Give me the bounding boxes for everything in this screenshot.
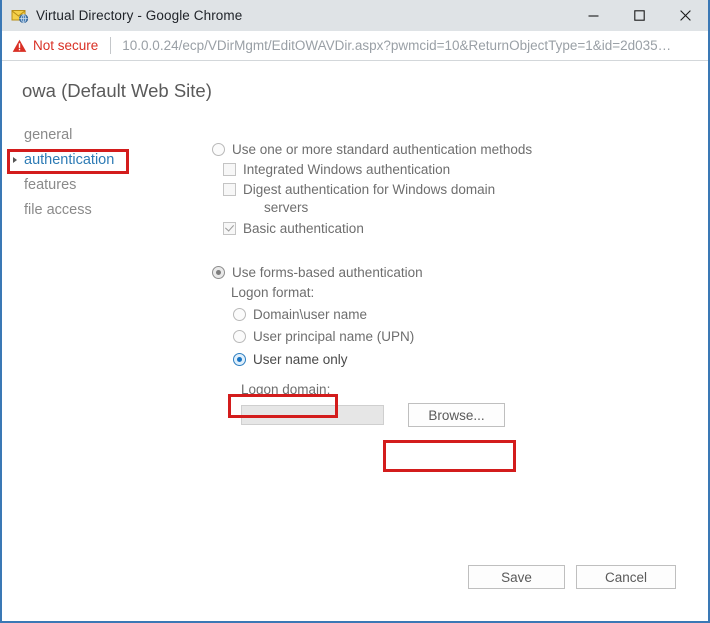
close-button[interactable] xyxy=(662,0,708,31)
sidebar-item-authentication[interactable]: authentication xyxy=(2,148,192,173)
maximize-button[interactable] xyxy=(616,0,662,31)
sidebar-item-label: file access xyxy=(24,202,92,218)
browser-toolbar: Not secure 10.0.0.24/ecp/VDirMgmt/EditOW… xyxy=(2,31,708,61)
domain-user-name-row[interactable]: Domain\user name xyxy=(233,306,542,323)
integrated-windows-auth-checkbox[interactable] xyxy=(223,163,236,176)
upn-label: User principal name (UPN) xyxy=(253,329,415,344)
logon-domain-label: Logon domain: xyxy=(241,382,331,397)
warning-triangle-icon xyxy=(12,39,27,53)
page-content: owa (Default Web Site) general authentic… xyxy=(2,61,708,621)
user-name-only-radio[interactable] xyxy=(233,353,246,366)
user-name-only-row[interactable]: User name only xyxy=(233,351,542,368)
upn-radio[interactable] xyxy=(233,330,246,343)
digest-auth-label-line2: servers xyxy=(264,200,309,215)
logon-format-label: Logon format: xyxy=(231,285,315,300)
digest-auth-label: Digest authentication for Windows domain xyxy=(243,182,496,197)
forms-auth-radio[interactable] xyxy=(212,266,225,279)
sidebar-item-label: authentication xyxy=(24,152,115,168)
browse-button[interactable]: Browse... xyxy=(408,403,505,427)
integrated-windows-auth-label: Integrated Windows authentication xyxy=(243,162,451,177)
forms-auth-label: Use forms-based authentication xyxy=(232,265,423,280)
caret-right-icon xyxy=(13,157,17,163)
security-status-label[interactable]: Not secure xyxy=(33,38,98,53)
sidebar-item-label: general xyxy=(24,127,73,143)
window-controls xyxy=(570,0,708,31)
minimize-button[interactable] xyxy=(570,0,616,31)
basic-auth-row[interactable]: Basic authentication xyxy=(223,220,542,237)
domain-user-name-label: Domain\user name xyxy=(253,307,368,322)
sidebar-item-features[interactable]: features xyxy=(2,173,192,198)
save-button[interactable]: Save xyxy=(468,565,565,589)
standard-auth-label: Use one or more standard authentication … xyxy=(232,142,533,157)
envelope-globe-icon xyxy=(11,7,29,25)
window-title: Virtual Directory - Google Chrome xyxy=(36,8,243,23)
sidebar-item-file-access[interactable]: file access xyxy=(2,198,192,223)
forms-auth-radio-row[interactable]: Use forms-based authentication xyxy=(212,264,542,281)
integrated-windows-auth-row[interactable]: Integrated Windows authentication xyxy=(223,161,542,178)
basic-auth-checkbox[interactable] xyxy=(223,222,236,235)
digest-auth-row[interactable]: Digest authentication for Windows domain xyxy=(223,181,542,198)
domain-user-name-radio[interactable] xyxy=(233,308,246,321)
title-bar: Virtual Directory - Google Chrome xyxy=(2,0,708,31)
standard-auth-radio[interactable] xyxy=(212,143,225,156)
sidebar-item-general[interactable]: general xyxy=(2,123,192,148)
basic-auth-label: Basic authentication xyxy=(243,221,364,236)
page-title: owa (Default Web Site) xyxy=(22,80,212,101)
logon-domain-row: Browse... xyxy=(241,403,542,427)
omnibox-divider xyxy=(110,37,112,54)
sidebar-item-label: features xyxy=(24,177,77,193)
digest-auth-checkbox[interactable] xyxy=(223,183,236,196)
url-text[interactable]: 10.0.0.24/ecp/VDirMgmt/EditOWAVDir.aspx?… xyxy=(122,38,671,53)
upn-row[interactable]: User principal name (UPN) xyxy=(233,328,542,345)
browser-window: Virtual Directory - Google Chrome Not se… xyxy=(0,0,710,623)
standard-auth-radio-row[interactable]: Use one or more standard authentication … xyxy=(212,141,542,158)
form-section-spacer xyxy=(212,240,542,264)
cancel-button[interactable]: Cancel xyxy=(576,565,676,589)
highlight-box-browse xyxy=(383,440,516,472)
left-navigation: general authentication features file acc… xyxy=(2,123,192,223)
authentication-form: Use one or more standard authentication … xyxy=(212,141,542,427)
user-name-only-label: User name only xyxy=(253,352,348,367)
logon-domain-input[interactable] xyxy=(241,405,384,425)
